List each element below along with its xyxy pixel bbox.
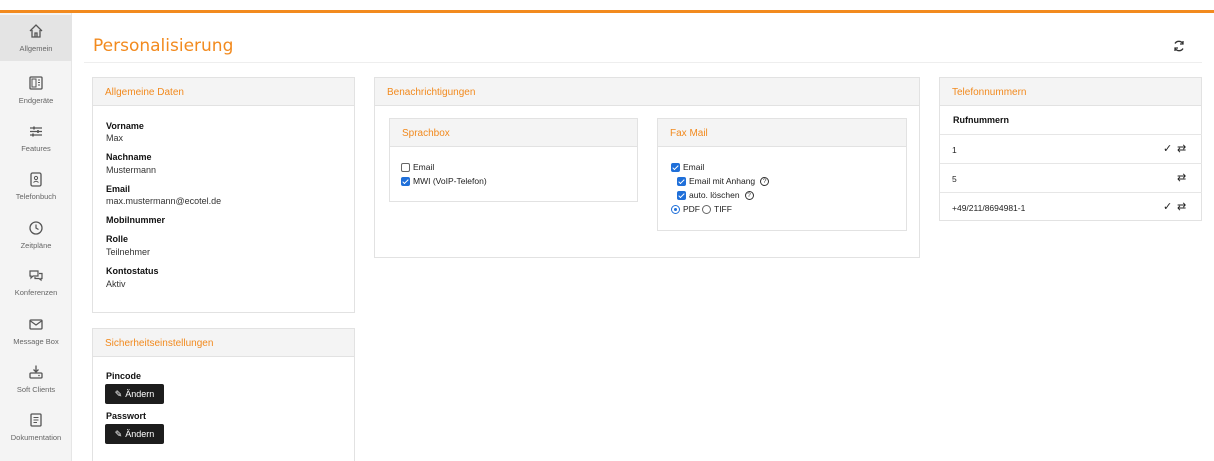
checkbox-checked-icon	[671, 162, 680, 172]
field-value-nachname: Mustermann	[106, 165, 157, 175]
option-label: PDF	[683, 204, 700, 214]
fax-email-checkbox[interactable]: Email	[671, 162, 704, 172]
fax-attachment-checkbox[interactable]: Email mit Anhang ?	[677, 176, 770, 186]
general-data-card: Allgemeine Daten Vorname Max Nachname Mu…	[92, 77, 355, 313]
card-title: Fax Mail	[658, 119, 906, 147]
home-icon	[29, 24, 43, 38]
phone-row: 1 ✓ ⇄	[940, 134, 1202, 163]
document-icon	[30, 413, 42, 427]
sidebar-item-label: Dokumentation	[10, 433, 62, 442]
option-label: TIFF	[714, 204, 732, 214]
field-value-rolle: Teilnehmer	[106, 247, 151, 257]
sliders-icon	[30, 126, 42, 137]
sidebar-item-telefonbuch[interactable]: Telefonbuch	[0, 163, 72, 209]
pencil-icon: ✎	[114, 388, 123, 399]
change-pincode-button[interactable]: ✎ Ändern	[105, 384, 164, 404]
field-label-nachname: Nachname	[106, 152, 152, 162]
sidebar: Allgemein Endgeräte Features Telefonbuch…	[0, 13, 72, 461]
chat-icon	[29, 270, 43, 282]
swap-icon[interactable]: ⇄	[1177, 171, 1186, 184]
top-bar	[0, 0, 1214, 14]
field-value-vorname: Max	[106, 133, 124, 143]
sidebar-item-label: Allgemein	[19, 44, 53, 53]
sidebar-item-label: Endgeräte	[18, 96, 54, 105]
voicebox-email-checkbox[interactable]: Email	[401, 162, 434, 172]
notifications-card: Benachrichtigungen Sprachbox Email MWI (…	[374, 77, 920, 258]
button-label: Ändern	[125, 389, 155, 399]
check-icon: ✓	[1163, 201, 1173, 213]
voicebox-mwi-checkbox[interactable]: MWI (VoIP-Telefon)	[401, 176, 487, 186]
field-label-vorname: Vorname	[106, 121, 144, 131]
checkbox-checked-icon	[677, 176, 686, 186]
sidebar-item-zeitplaene[interactable]: Zeitpläne	[0, 212, 72, 258]
field-label-rolle: Rolle	[106, 234, 129, 244]
sidebar-item-label: Zeitpläne	[20, 241, 52, 250]
sidebar-item-konferenzen[interactable]: Konferenzen	[0, 259, 72, 305]
card-title: Sprachbox	[390, 119, 637, 147]
field-label-email: Email	[106, 184, 131, 194]
phonebook-icon	[30, 172, 42, 187]
help-icon[interactable]: ?	[760, 176, 770, 186]
sidebar-item-label: Telefonbuch	[15, 192, 57, 201]
device-icon	[29, 76, 43, 90]
field-value-kontostatus: Aktiv	[106, 279, 126, 289]
checkbox-checked-icon	[677, 190, 686, 200]
option-label: auto. löschen	[689, 190, 740, 200]
phone-row: 5 ⇄	[940, 163, 1202, 192]
sidebar-item-dokumentation[interactable]: Dokumentation	[0, 404, 72, 450]
sidebar-item-allgemein[interactable]: Allgemein	[0, 15, 72, 61]
button-label: Ändern	[125, 429, 155, 439]
sidebar-item-features[interactable]: Features	[0, 115, 72, 161]
phone-number: +49/211/8694981-1	[952, 203, 1026, 213]
option-label: Email	[413, 162, 435, 172]
card-title: Sicherheitseinstellungen	[93, 329, 354, 357]
refresh-icon[interactable]	[1172, 39, 1186, 53]
download-icon	[29, 365, 43, 379]
swap-icon[interactable]: ⇄	[1177, 142, 1186, 155]
phone-numbers-card: Telefonnummern Rufnummern 1 ✓ ⇄ 5 ⇄ +49/…	[939, 77, 1202, 221]
sidebar-item-endgeraete[interactable]: Endgeräte	[0, 67, 72, 113]
fax-format-tiff-radio[interactable]: TIFF	[702, 204, 732, 214]
option-label: Email mit Anhang	[689, 176, 756, 186]
security-card: Sicherheitseinstellungen Pincode ✎ Änder…	[92, 328, 355, 461]
change-password-button[interactable]: ✎ Ändern	[105, 424, 164, 444]
sidebar-item-soft-clients[interactable]: Soft Clients	[0, 356, 72, 402]
phone-number: 5	[952, 174, 957, 184]
field-value-email: max.mustermann@ecotel.de	[106, 196, 222, 206]
title-divider	[84, 62, 1202, 63]
voicebox-card: Sprachbox Email MWI (VoIP-Telefon)	[389, 118, 638, 202]
sidebar-item-label: Message Box	[13, 337, 59, 346]
fax-auto-delete-checkbox[interactable]: auto. löschen ?	[677, 190, 754, 200]
option-label: Email	[683, 162, 705, 172]
card-title: Telefonnummern	[940, 78, 1201, 106]
clock-icon	[29, 221, 43, 235]
page-title: Personalisierung	[93, 36, 234, 56]
sidebar-item-label: Soft Clients	[16, 385, 56, 394]
sidebar-item-message-box[interactable]: Message Box	[0, 308, 72, 354]
fax-format-pdf-radio[interactable]: PDF	[671, 204, 700, 214]
phone-number: 1	[952, 145, 957, 155]
mail-icon	[29, 319, 43, 330]
pincode-label: Pincode	[106, 371, 142, 381]
phone-numbers-header: Rufnummern	[953, 115, 1009, 125]
password-label: Passwort	[106, 411, 147, 421]
swap-icon[interactable]: ⇄	[1177, 200, 1186, 213]
accent-stripe	[0, 10, 1214, 13]
field-label-kontostatus: Kontostatus	[106, 266, 159, 276]
fax-mail-card: Fax Mail Email Email mit Anhang ? auto. …	[657, 118, 907, 231]
help-icon[interactable]: ?	[744, 190, 754, 200]
radio-selected-icon	[671, 204, 680, 214]
card-title: Benachrichtigungen	[375, 78, 919, 106]
card-title: Allgemeine Daten	[93, 78, 354, 106]
field-label-mobilnummer: Mobilnummer	[106, 215, 166, 225]
radio-unselected-icon	[702, 204, 711, 214]
phone-row: +49/211/8694981-1 ✓ ⇄	[940, 192, 1202, 221]
option-label: MWI (VoIP-Telefon)	[413, 176, 487, 186]
checkbox-checked-icon	[401, 176, 410, 186]
sidebar-item-label: Features	[21, 144, 51, 153]
checkbox-unchecked-icon	[401, 162, 410, 172]
pencil-icon: ✎	[114, 428, 123, 439]
check-icon: ✓	[1163, 143, 1173, 155]
sidebar-item-label: Konferenzen	[14, 288, 58, 297]
